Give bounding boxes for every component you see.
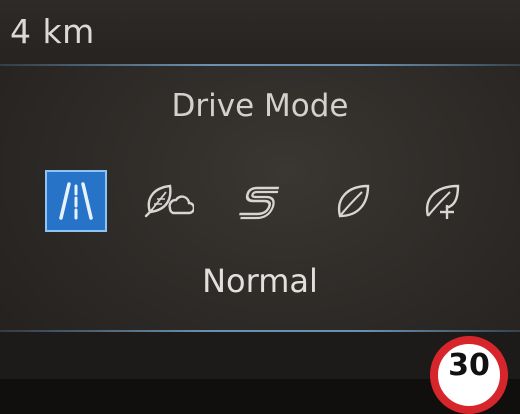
speed-limit-value: 30 xyxy=(448,348,490,383)
mode-normal[interactable] xyxy=(45,170,107,232)
trip-distance: 4 km xyxy=(10,12,95,51)
leaf-cloud-icon xyxy=(144,184,194,218)
sport-s-icon xyxy=(239,186,280,220)
leaf-icon xyxy=(337,184,370,218)
speed-limit-sign: 30 xyxy=(430,336,508,414)
road-icon xyxy=(59,182,93,220)
drive-mode-selector xyxy=(0,170,520,232)
leaf-plus-icon xyxy=(425,184,460,219)
top-divider xyxy=(0,64,520,66)
mode-sport[interactable] xyxy=(228,170,290,232)
mode-eco-comfort[interactable] xyxy=(136,170,198,232)
menu-title: Drive Mode xyxy=(171,88,349,124)
cluster-display: 4 km Drive Mode Normal 30 xyxy=(0,0,520,414)
selected-mode-label: Normal xyxy=(202,262,318,300)
top-status-bar: 4 km xyxy=(0,0,520,64)
mode-eco[interactable] xyxy=(322,170,384,232)
mode-eco-plus[interactable] xyxy=(412,170,474,232)
